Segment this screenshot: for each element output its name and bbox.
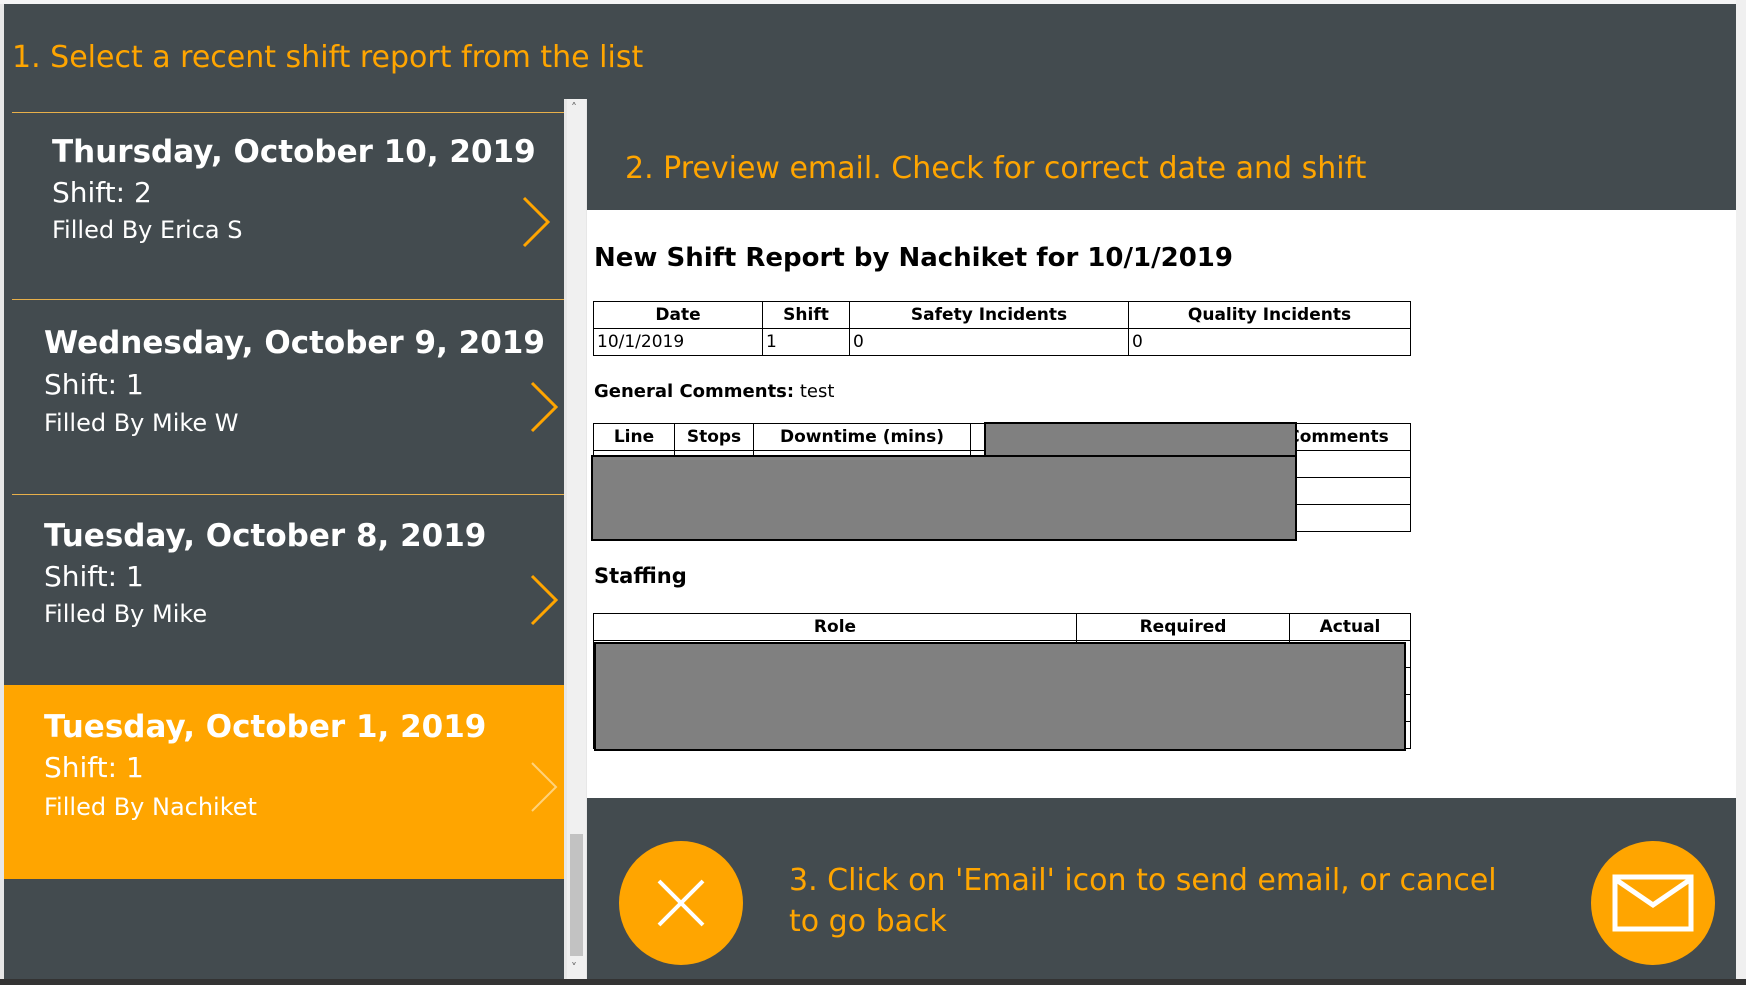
report-date: Wednesday, October 9, 2019	[44, 325, 545, 361]
report-date: Tuesday, October 8, 2019	[44, 518, 487, 554]
footer-instruction: 3. Click on 'Email' icon to send email, …	[789, 863, 1497, 939]
email-button[interactable]	[1591, 841, 1715, 965]
report-shift: Shift: 1	[44, 368, 144, 401]
staffing-heading: Staffing	[594, 564, 687, 588]
report-filled-by: Filled By Nachiket	[44, 793, 257, 821]
staffing-header-required: Required	[1076, 613, 1290, 641]
redacted-lines-block	[591, 455, 1297, 541]
chevron-right-icon[interactable]	[524, 757, 564, 817]
header-title: 1. Select a recent shift report from the…	[12, 40, 644, 75]
report-shift: Shift: 2	[52, 176, 152, 209]
summary-cell-date: 10/1/2019	[593, 328, 763, 356]
header-bar: 1. Select a recent shift report from the…	[4, 4, 1736, 99]
report-title: New Shift Report by Nachiket for 10/1/20…	[594, 243, 1233, 273]
staffing-header-actual: Actual	[1289, 613, 1411, 641]
summary-header-date: Date	[593, 301, 763, 329]
cancel-button[interactable]	[619, 841, 743, 965]
envelope-icon	[1612, 874, 1694, 932]
close-icon	[657, 879, 705, 927]
list-separator	[12, 112, 564, 113]
report-shift: Shift: 1	[44, 751, 144, 784]
list-item-report-4-selected[interactable]: Tuesday, October 1, 2019 Shift: 1 Filled…	[4, 685, 564, 879]
list-item-report-2[interactable]: Wednesday, October 9, 2019 Shift: 1 Fill…	[4, 299, 564, 494]
app-window: 1. Select a recent shift report from the…	[0, 0, 1746, 985]
list-item-report-3[interactable]: Tuesday, October 8, 2019 Shift: 1 Filled…	[4, 494, 564, 685]
action-footer: 3. Click on 'Email' icon to send email, …	[587, 798, 1736, 979]
list-item-report-1[interactable]: Thursday, October 10, 2019 Shift: 2 Fill…	[4, 112, 564, 299]
general-comments: General Comments: test	[594, 381, 834, 402]
report-filled-by: Filled By Mike	[44, 600, 208, 628]
chevron-right-icon[interactable]	[524, 570, 564, 630]
staffing-header-role: Role	[593, 613, 1077, 641]
summary-cell-quality: 0	[1128, 328, 1411, 356]
summary-cell-shift: 1	[762, 328, 850, 356]
summary-cell-safety: 0	[849, 328, 1129, 356]
preview-title: 2. Preview email. Check for correct date…	[625, 151, 1367, 186]
preview-header: 2. Preview email. Check for correct date…	[587, 99, 1736, 210]
redacted-staffing-block	[594, 642, 1406, 751]
scroll-thumb[interactable]	[570, 834, 583, 956]
summary-header-quality: Quality Incidents	[1128, 301, 1411, 329]
report-date: Thursday, October 10, 2019	[52, 134, 536, 170]
report-filled-by: Filled By Mike W	[44, 409, 239, 437]
lines-header-stops: Stops	[674, 423, 754, 451]
list-scrollbar[interactable]: ˄ ˅	[567, 99, 586, 979]
window-bottom-edge	[0, 979, 1746, 985]
shift-report-list: Thursday, October 10, 2019 Shift: 2 Fill…	[4, 99, 564, 979]
scroll-up-icon[interactable]: ˄	[571, 101, 577, 115]
table-row: 10/1/2019 1 0 0	[593, 328, 1411, 356]
chevron-right-icon[interactable]	[524, 377, 564, 437]
scroll-down-icon[interactable]: ˅	[571, 961, 577, 975]
email-preview: New Shift Report by Nachiket for 10/1/20…	[587, 210, 1736, 798]
report-shift: Shift: 1	[44, 560, 144, 593]
summary-table: Date Shift Safety Incidents Quality Inci…	[593, 301, 1411, 356]
general-comments-value: test	[799, 381, 835, 402]
report-date: Tuesday, October 1, 2019	[44, 709, 487, 745]
chevron-right-icon[interactable]	[516, 192, 556, 252]
summary-header-shift: Shift	[762, 301, 850, 329]
list-separator	[12, 299, 564, 300]
window-right-edge	[1736, 0, 1746, 985]
lines-header-line: Line	[593, 423, 675, 451]
lines-header-downtime: Downtime (mins)	[753, 423, 971, 451]
report-filled-by: Filled By Erica S	[52, 216, 243, 244]
list-separator	[12, 494, 564, 495]
general-comments-label: General Comments:	[594, 381, 795, 402]
summary-header-safety: Safety Incidents	[849, 301, 1129, 329]
